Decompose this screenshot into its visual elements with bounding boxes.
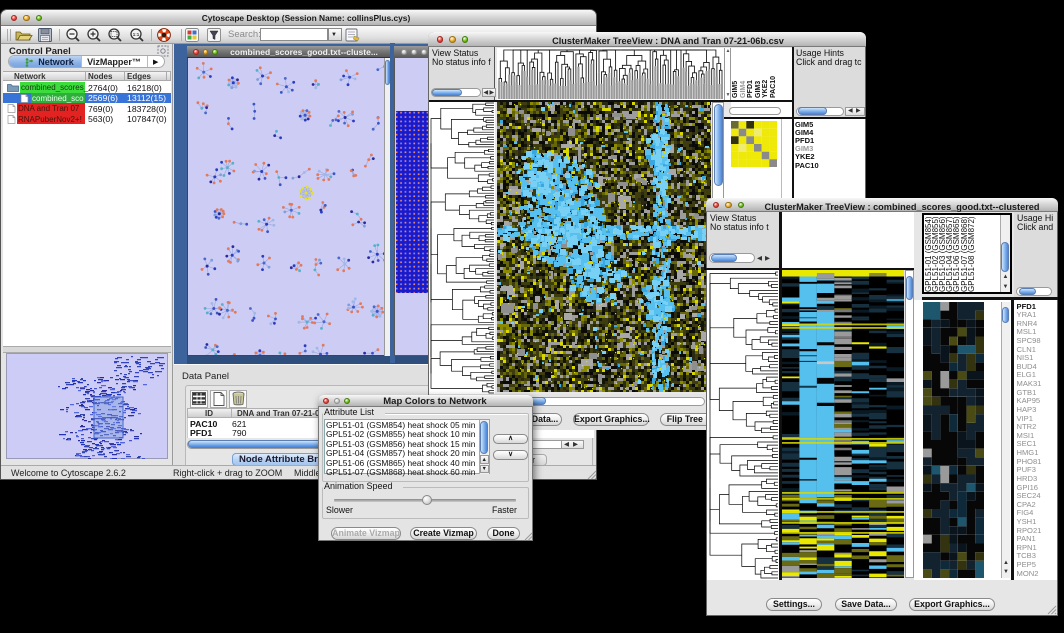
svg-text:1:1: 1:1: [133, 32, 140, 37]
